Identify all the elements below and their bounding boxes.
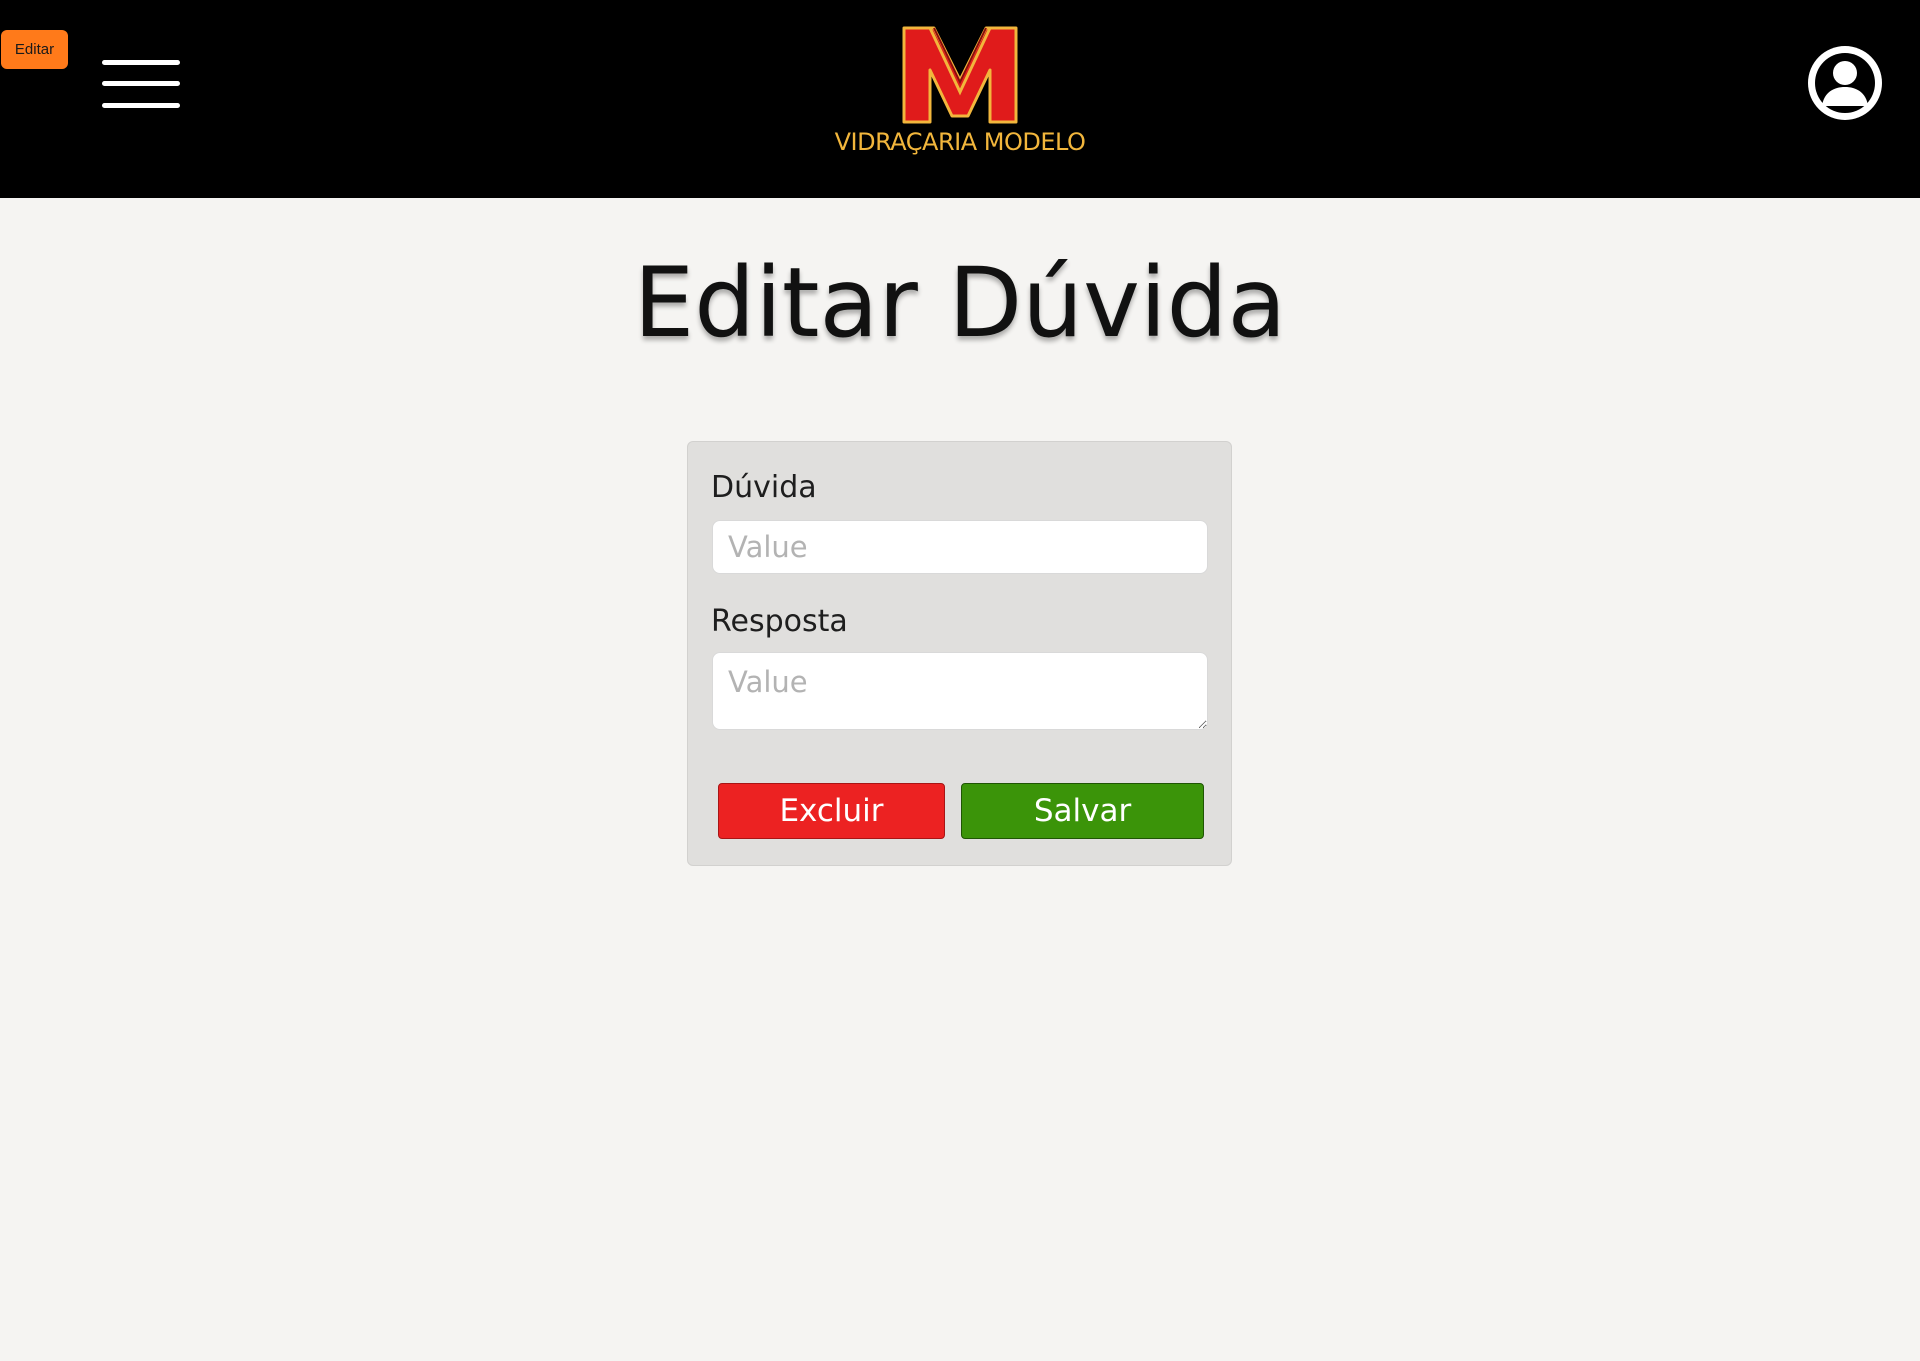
logo-m-icon: [902, 26, 1018, 124]
edit-badge-button[interactable]: Editar: [1, 30, 68, 69]
menu-bar-bottom: [102, 103, 180, 108]
save-button[interactable]: Salvar: [961, 783, 1204, 839]
menu-bar-middle: [102, 81, 180, 86]
user-silhouette: [1815, 53, 1875, 113]
answer-label: Resposta: [711, 604, 848, 639]
delete-button[interactable]: Excluir: [718, 783, 945, 839]
user-avatar-icon[interactable]: [1808, 46, 1882, 120]
site-header: Editar VIDRAÇARIA MODELO: [0, 0, 1920, 198]
question-label: Dúvida: [711, 470, 817, 505]
hamburger-menu-icon[interactable]: [102, 58, 180, 112]
menu-bar-top: [102, 60, 180, 65]
page-title: Editar Dúvida: [633, 247, 1287, 359]
edit-question-form: Dúvida Resposta Excluir Salvar: [687, 441, 1232, 866]
question-input[interactable]: [712, 520, 1208, 574]
answer-textarea[interactable]: [712, 652, 1208, 730]
logo-text: VIDRAÇARIA MODELO: [834, 128, 1086, 156]
brand-logo[interactable]: VIDRAÇARIA MODELO: [820, 20, 1100, 160]
